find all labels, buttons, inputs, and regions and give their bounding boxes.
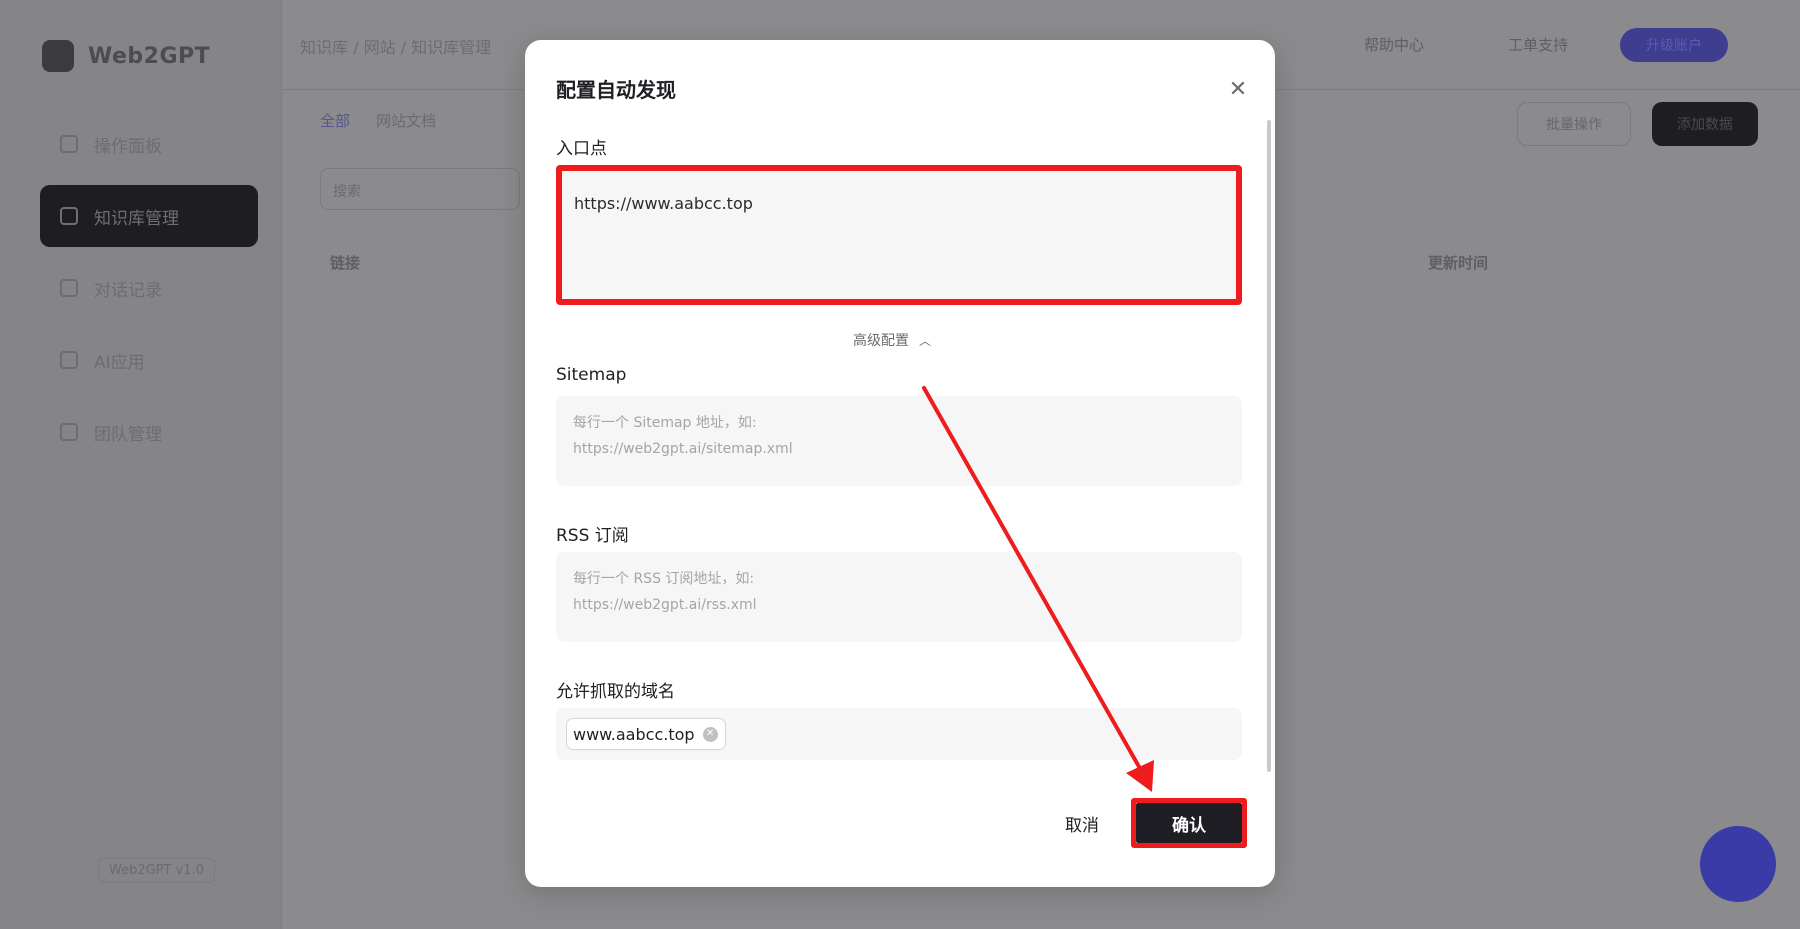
chat-icon (60, 279, 78, 297)
sidebar-item-label: 操作面板 (94, 136, 162, 157)
sitemap-textarea[interactable]: 每行一个 Sitemap 地址，如: https://web2gpt.ai/si… (556, 396, 1242, 486)
allowed-domains-label: 允许抓取的域名 (556, 682, 675, 702)
chevron-up-icon: ︿ (919, 333, 932, 348)
add-data-button[interactable]: 添加数据 (1652, 102, 1758, 146)
domain-tag-label: www.aabcc.top (573, 724, 695, 744)
sidebar-item-label: 知识库管理 (94, 208, 179, 229)
dashboard-icon (60, 135, 78, 153)
entry-point-textarea[interactable]: https://www.aabcc.top (556, 165, 1242, 305)
logo-text: Web2GPT (88, 43, 211, 69)
sidebar-item-knowledge-base[interactable]: 知识库管理 (40, 185, 258, 247)
rss-textarea[interactable]: 每行一个 RSS 订阅地址，如: https://web2gpt.ai/rss.… (556, 552, 1242, 642)
upgrade-button[interactable]: 升级账户 (1620, 28, 1728, 62)
chat-support-bubble[interactable] (1700, 826, 1776, 902)
sidebar-item-dashboard[interactable]: 操作面板 (40, 113, 258, 175)
breadcrumb: 知识库 / 网站 / 知识库管理 (300, 38, 492, 57)
batch-button[interactable]: 批量操作 (1517, 102, 1631, 146)
table-header-updated: 更新时间 (1428, 254, 1489, 272)
confirm-highlight: 确认 (1131, 798, 1247, 848)
entry-point-label: 入口点 (556, 139, 607, 159)
rss-placeholder-line2: https://web2gpt.ai/rss.xml (573, 597, 757, 613)
advanced-config-label: 高级配置 (853, 333, 909, 349)
dialog-title: 配置自动发现 (556, 78, 676, 102)
sitemap-label: Sitemap (556, 365, 627, 385)
search-input[interactable]: 搜索 (320, 168, 520, 210)
sidebar-item-chat-logs[interactable]: 对话记录 (40, 257, 258, 319)
sitemap-placeholder-line1: 每行一个 Sitemap 地址，如: (573, 415, 757, 431)
logo: Web2GPT (42, 40, 210, 72)
sitemap-placeholder-line2: https://web2gpt.ai/sitemap.xml (573, 441, 793, 457)
support-link[interactable]: 工单支持 (1508, 34, 1568, 55)
team-icon (60, 423, 78, 441)
sidebar-item-label: 团队管理 (94, 424, 162, 445)
cancel-button[interactable]: 取消 (1065, 811, 1099, 836)
domain-tag: www.aabcc.top ✕ (566, 718, 726, 750)
tab-web-docs[interactable]: 网站文档 (376, 110, 436, 131)
allowed-domains-input[interactable]: www.aabcc.top ✕ (556, 708, 1242, 760)
rss-placeholder-line1: 每行一个 RSS 订阅地址，如: (573, 571, 755, 587)
sidebar-item-label: 对话记录 (94, 280, 162, 301)
auto-discovery-dialog: 配置自动发现 ✕ 入口点 https://www.aabcc.top 高级配置 … (525, 40, 1275, 887)
content-tabs: 全部 网站文档 (320, 110, 436, 131)
version-badge: Web2GPT v1.0 (98, 858, 215, 883)
sidebar-item-ai-apps[interactable]: AI应用 (40, 329, 258, 391)
tab-all[interactable]: 全部 (320, 110, 350, 131)
confirm-button[interactable]: 确认 (1136, 803, 1242, 843)
sidebar-item-team[interactable]: 团队管理 (40, 401, 258, 463)
help-center-link[interactable]: 帮助中心 (1364, 34, 1424, 55)
app-icon (60, 351, 78, 369)
dialog-scrollbar[interactable] (1267, 120, 1271, 772)
remove-tag-icon[interactable]: ✕ (702, 726, 718, 742)
database-icon (60, 207, 78, 225)
sidebar-item-label: AI应用 (94, 352, 145, 373)
close-icon[interactable]: ✕ (1225, 76, 1251, 102)
logo-mark-icon (42, 40, 74, 72)
rss-label: RSS 订阅 (556, 526, 629, 546)
advanced-config-toggle[interactable]: 高级配置 ︿ (853, 330, 931, 350)
table-header-link: 链接 (330, 254, 361, 272)
sidebar: Web2GPT 操作面板 知识库管理 对话记录 AI应用 团队管理 Web2GP… (0, 0, 282, 929)
